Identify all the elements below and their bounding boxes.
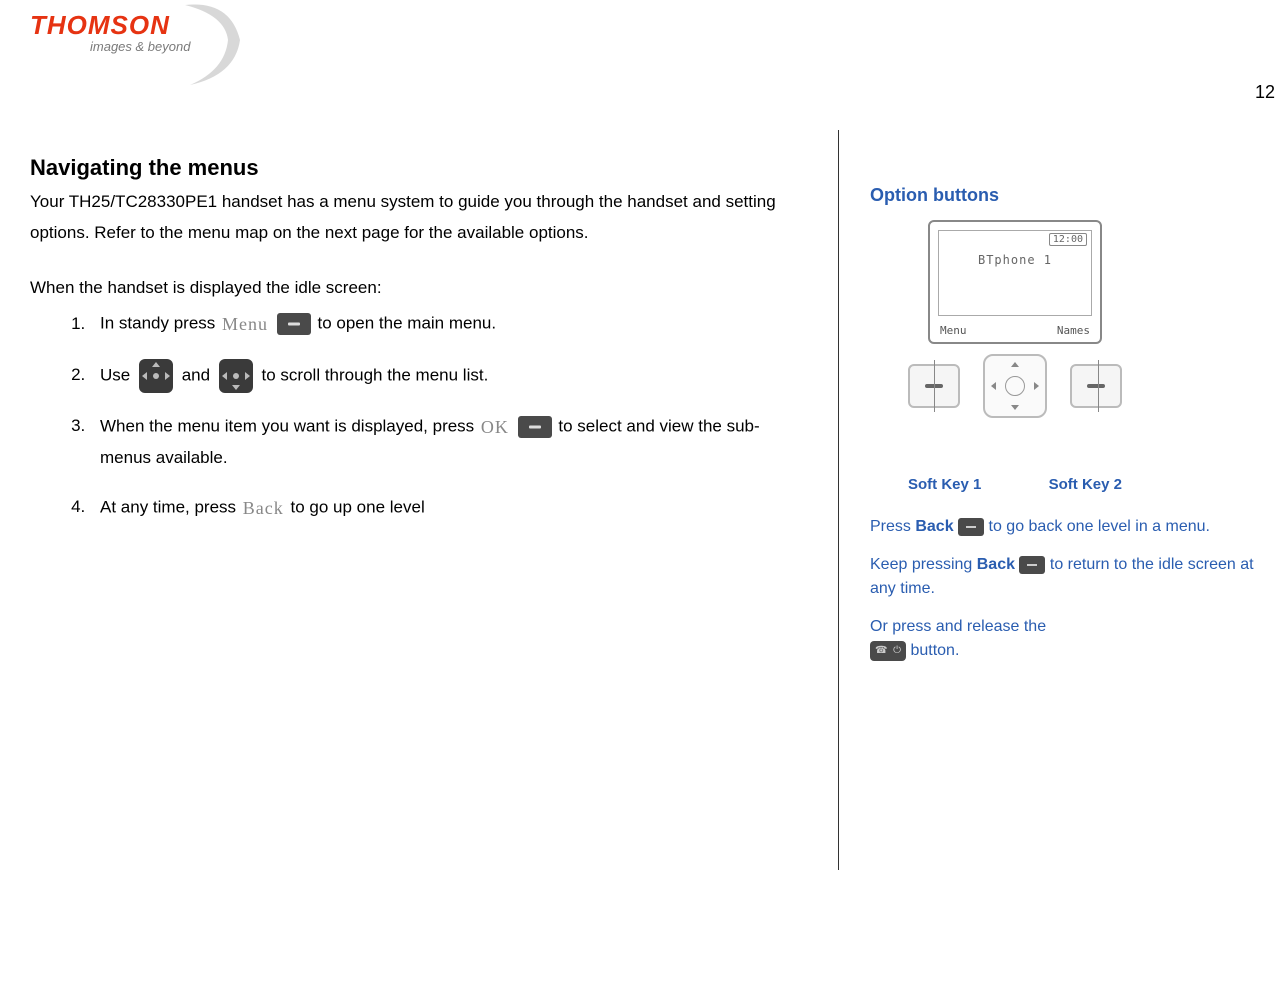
main-content: Navigating the menus Your TH25/TC28330PE… [30,155,800,542]
softkey-1-label: Soft Key 1 [908,476,981,493]
sidebar: Option buttons 12:00 BTphone 1 Menu Name… [870,185,1260,677]
tip-1-b: to go back one level in a menu. [989,518,1210,535]
when-text: When the handset is displayed the idle s… [30,278,800,298]
ok-label-icon: OK [479,411,511,443]
tip-1-a: Press [870,518,915,535]
nav-down-icon [219,359,253,393]
tip-3: Or press and release the button. [870,615,1260,663]
handset-screen: 12:00 BTphone 1 Menu Names [928,220,1102,344]
section-title: Navigating the menus [30,155,800,181]
step-2-text-b: and [182,365,215,384]
tip-1: Press Back to go back one level in a men… [870,515,1260,539]
step-1-text-a: In standy press [100,314,220,333]
tip-3-b: button. [910,642,959,659]
tip-1-bold: Back [915,518,953,535]
nav-up-icon [139,359,173,393]
tip-2-a: Keep pressing [870,556,977,573]
sidebar-title: Option buttons [870,185,1260,206]
softkey-icon [277,313,311,335]
callout-lines [900,360,1130,440]
back-label-icon: Back [241,492,286,524]
softkey-icon [1019,556,1045,574]
softkey-icon [518,416,552,438]
step-3-text-a: When the menu item you want is displayed… [100,416,479,435]
screen-right-softkey-label: Names [1057,324,1090,337]
menu-label-icon: Menu [220,308,270,340]
step-2-text-c: to scroll through the menu list. [262,365,489,384]
power-button-icon [870,641,906,661]
logo-swoosh-icon [180,0,250,90]
tip-3-a: Or press and release the [870,618,1046,635]
step-4-text-b: to go up one level [291,497,425,516]
intro-paragraph: Your TH25/TC28330PE1 handset has a menu … [30,187,800,248]
screen-time: 12:00 [1049,233,1087,246]
step-2: Use and to scroll through the menu list. [90,359,800,393]
step-4-text-a: At any time, press [100,497,241,516]
handset-diagram: 12:00 BTphone 1 Menu Names Soft Key 1 So… [900,220,1130,493]
column-divider [838,130,839,870]
brand-logo: THOMSON images & beyond [30,10,230,54]
page-number: 12 [1255,82,1275,103]
step-3: When the menu item you want is displayed… [90,411,800,474]
screen-left-softkey-label: Menu [940,324,967,337]
step-4: At any time, press Back to go up one lev… [90,492,800,524]
tip-2: Keep pressing Back to return to the idle… [870,553,1260,601]
step-2-text-a: Use [100,365,135,384]
screen-main-text: BTphone 1 [939,253,1091,267]
softkey-icon [958,518,984,536]
sidebar-tips: Press Back to go back one level in a men… [870,515,1260,663]
step-1-text-b: to open the main menu. [317,314,496,333]
steps-list: In standy press Menu to open the main me… [30,308,800,524]
tip-2-bold: Back [977,556,1015,573]
softkey-2-label: Soft Key 2 [1049,476,1122,493]
step-1: In standy press Menu to open the main me… [90,308,800,340]
